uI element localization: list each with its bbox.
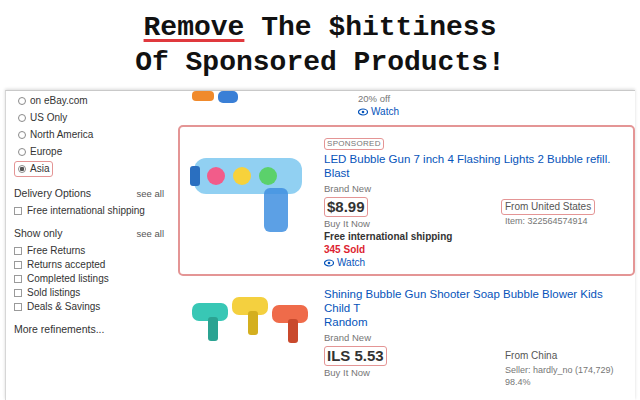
- listing-meta: Seller: hardly_no (174,729) 98.4%: [501, 364, 629, 388]
- location-radio[interactable]: US Only: [14, 110, 71, 126]
- origin-text: From China: [501, 348, 561, 364]
- location-radio[interactable]: North America: [14, 127, 97, 143]
- filter-checkbox[interactable]: Free Returns: [14, 244, 164, 257]
- sponsored-badge: SPONSORED: [324, 138, 384, 150]
- checkbox-icon[interactable]: [14, 261, 22, 269]
- checkbox-icon[interactable]: [14, 207, 22, 215]
- location-radio[interactable]: Asia: [14, 161, 53, 177]
- radio-icon[interactable]: [18, 114, 26, 122]
- checkbox-icon[interactable]: [14, 275, 22, 283]
- sold-count: 345 Sold: [324, 243, 493, 256]
- product-image[interactable]: [186, 132, 316, 269]
- filter-group: Show only see all Free ReturnsReturns acce…: [14, 227, 164, 313]
- format-text: Buy It Now: [324, 367, 493, 379]
- checkbox-icon[interactable]: [14, 289, 22, 297]
- discount-text: 20% off: [358, 93, 399, 105]
- condition-text: Brand New: [324, 331, 493, 344]
- location-radio[interactable]: on eBay.com: [14, 93, 92, 109]
- filter-checkbox[interactable]: Completed listings: [14, 272, 164, 285]
- group-title: Delivery Options: [14, 187, 91, 200]
- listing-meta: Item: 322564574914: [501, 215, 629, 227]
- ebay-screenshot: on eBay.comUS OnlyNorth AmericaEuropeAsi…: [5, 90, 635, 400]
- listing[interactable]: Shining Bubble Gun Shooter Soap Bubble B…: [178, 280, 635, 395]
- filter-checkbox[interactable]: Free international shipping: [14, 204, 164, 217]
- radio-icon[interactable]: [18, 97, 26, 105]
- listing[interactable]: 20% offWatch: [178, 91, 635, 125]
- listing-title[interactable]: LED Bubble Gun 7 inch 4 Flashing Lights …: [324, 152, 629, 180]
- see-all-link[interactable]: see all: [137, 187, 164, 200]
- watch-link[interactable]: Watch: [358, 105, 399, 118]
- banner-title: Remove The $hittinessOf Sponsored Produc…: [0, 0, 640, 80]
- filter-group: Delivery Options see all Free internationa…: [14, 187, 164, 217]
- radio-icon[interactable]: [18, 165, 26, 173]
- price: $8.99: [324, 197, 368, 217]
- see-all-link[interactable]: see all: [137, 227, 164, 240]
- radio-icon[interactable]: [18, 131, 26, 139]
- checkbox-icon[interactable]: [14, 303, 22, 311]
- filter-checkbox[interactable]: Sold listings: [14, 286, 164, 299]
- product-image[interactable]: [188, 91, 318, 109]
- format-text: Buy It Now: [324, 218, 493, 230]
- price: ILS 5.53: [324, 346, 387, 366]
- listing[interactable]: SPONSORED LED Bubble Gun 7 inch 4 Flashin…: [178, 125, 635, 276]
- location-list: on eBay.comUS OnlyNorth AmericaEuropeAsi…: [14, 93, 164, 177]
- listing-title[interactable]: Shining Bubble Gun Shooter Soap Bubble B…: [324, 287, 629, 329]
- eye-icon: [324, 259, 334, 267]
- condition-text: Brand New: [324, 182, 493, 195]
- eye-icon: [358, 108, 368, 116]
- shipping-text: Free international shipping: [324, 230, 493, 243]
- group-title: Show only: [14, 227, 62, 240]
- more-refinements[interactable]: More refinements...: [14, 323, 164, 335]
- results-list: 20% offWatchSPONSOREDLED Bubble Gun 7 in…: [170, 91, 635, 400]
- filter-checkbox[interactable]: Deals & Savings: [14, 300, 164, 313]
- watch-link[interactable]: Watch: [324, 256, 493, 269]
- filter-checkbox[interactable]: Returns accepted: [14, 258, 164, 271]
- product-image[interactable]: [186, 287, 316, 388]
- sidebar: on eBay.comUS OnlyNorth AmericaEuropeAsi…: [6, 91, 170, 400]
- checkbox-icon[interactable]: [14, 247, 22, 255]
- promo-page: Remove The $hittinessOf Sponsored Produc…: [0, 0, 640, 400]
- location-radio[interactable]: Europe: [14, 144, 66, 160]
- radio-icon[interactable]: [18, 148, 26, 156]
- origin-text: From United States: [501, 199, 595, 215]
